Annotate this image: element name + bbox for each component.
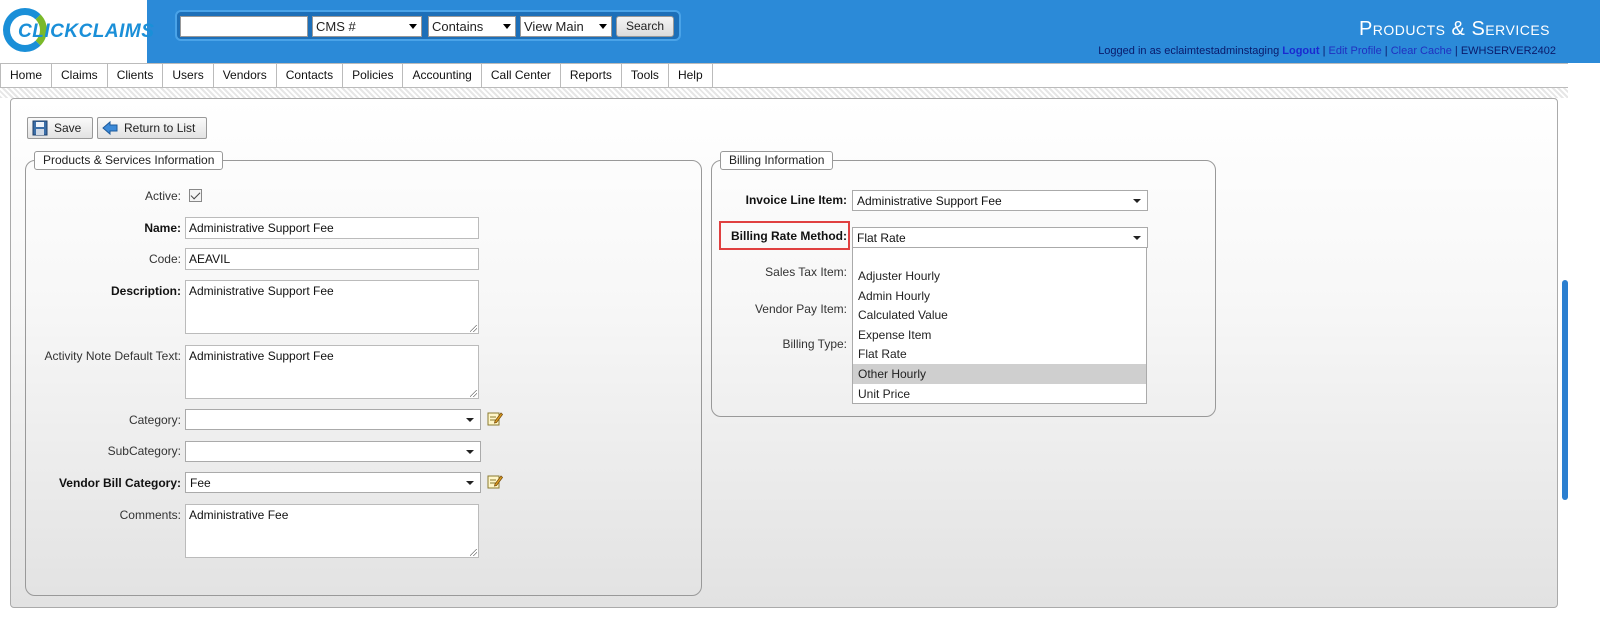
vendor-bill-category-select[interactable]: Fee (185, 472, 481, 493)
vendor-bill-category-label: Vendor Bill Category: (58, 476, 181, 490)
resize-grip-icon[interactable] (470, 325, 477, 332)
billing-rate-method-value: Flat Rate (857, 231, 906, 245)
nav-help[interactable]: Help (669, 64, 713, 87)
edit-vendor-bill-category-icon[interactable] (487, 473, 503, 489)
search-field-select[interactable]: CMS # (312, 16, 422, 37)
dropdown-option-flat-rate[interactable]: Flat Rate (853, 344, 1146, 364)
vendor-pay-item-label: Vendor Pay Item: (754, 302, 847, 316)
description-value: Administrative Support Fee (189, 284, 334, 298)
nav-vendors[interactable]: Vendors (214, 64, 277, 87)
back-arrow-icon (102, 120, 118, 136)
product-info-legend: Products & Services Information (34, 151, 224, 170)
return-label: Return to List (124, 121, 196, 135)
save-label: Save (54, 121, 82, 135)
search-button[interactable]: Search (616, 16, 674, 37)
billing-rate-method-dropdown: Adjuster Hourly Admin Hourly Calculated … (852, 248, 1147, 404)
name-field[interactable]: Administrative Support Fee (185, 217, 479, 239)
search-view-select[interactable]: View Main (520, 16, 612, 37)
comments-value: Administrative Fee (189, 508, 289, 522)
activity-note-label: Activity Note Default Text: (44, 349, 182, 363)
page-title: Products & Services (1358, 18, 1550, 40)
chevron-down-icon (409, 24, 417, 29)
server-name: EWHSERVER2402 (1460, 45, 1556, 57)
search-field-value: CMS # (316, 19, 356, 34)
category-select[interactable] (185, 409, 481, 430)
billing-type-label: Billing Type: (782, 337, 847, 351)
app-header: CLICKCLAIMS CMS # Contains View Main Sea… (0, 0, 1600, 63)
category-label: Category: (128, 413, 181, 427)
nav-claims[interactable]: Claims (52, 64, 108, 87)
scrollbar[interactable] (1562, 280, 1568, 500)
chevron-down-icon (466, 450, 474, 454)
vendor-bill-category-value: Fee (190, 476, 211, 490)
comments-field[interactable]: Administrative Fee (185, 504, 479, 558)
search-operator-value: Contains (432, 19, 484, 34)
name-label: Name: (144, 221, 181, 235)
clickclaims-logo[interactable]: CLICKCLAIMS (0, 0, 154, 63)
subcategory-select[interactable] (185, 441, 481, 462)
dropdown-option-calculated-value[interactable]: Calculated Value (853, 305, 1146, 325)
active-checkbox[interactable] (189, 189, 202, 202)
dropdown-option-adjuster-hourly[interactable]: Adjuster Hourly (853, 266, 1146, 286)
sales-tax-item-label: Sales Tax Item: (765, 265, 847, 279)
dropdown-option-blank[interactable] (853, 248, 1146, 268)
clear-cache-link[interactable]: Clear Cache (1391, 45, 1452, 57)
logout-link[interactable]: Logout (1282, 45, 1319, 57)
nav-reports[interactable]: Reports (561, 64, 622, 87)
login-info: Logged in as eclaimtestadminstaging Logo… (1098, 45, 1556, 57)
nav-users[interactable]: Users (163, 64, 214, 87)
active-label: Active: (144, 189, 181, 203)
dropdown-option-other-hourly[interactable]: Other Hourly (853, 364, 1146, 384)
code-field[interactable]: AEAVIL (185, 248, 479, 270)
logo-text-click: CLICK (18, 21, 79, 42)
chevron-down-icon (599, 24, 607, 29)
search-bar: CMS # Contains View Main Search (175, 10, 681, 41)
invoice-line-item-value: Administrative Support Fee (857, 194, 1002, 208)
activity-note-field[interactable]: Administrative Support Fee (185, 345, 479, 399)
edit-profile-link[interactable]: Edit Profile (1329, 45, 1382, 57)
resize-grip-icon[interactable] (470, 390, 477, 397)
chevron-down-icon (503, 24, 511, 29)
chevron-down-icon (466, 418, 474, 422)
dropdown-option-expense-item[interactable]: Expense Item (853, 325, 1146, 345)
nav-call-center[interactable]: Call Center (482, 64, 561, 87)
nav-tools[interactable]: Tools (622, 64, 669, 87)
search-input[interactable] (180, 16, 308, 37)
logo-text-claims: CLAIMS (78, 21, 155, 42)
nav-contacts[interactable]: Contacts (277, 64, 344, 87)
activity-note-value: Administrative Support Fee (189, 349, 334, 363)
divider-stripe (0, 88, 1568, 98)
chevron-down-icon (1133, 199, 1141, 203)
dropdown-option-unit-price[interactable]: Unit Price (853, 384, 1146, 404)
save-button[interactable]: Save (27, 117, 93, 139)
edit-category-icon[interactable] (487, 410, 503, 426)
nav-clients[interactable]: Clients (108, 64, 164, 87)
resize-grip-icon[interactable] (470, 549, 477, 556)
search-operator-select[interactable]: Contains (428, 16, 516, 37)
chevron-down-icon (466, 481, 474, 485)
description-field[interactable]: Administrative Support Fee (185, 280, 479, 334)
chevron-down-icon (1133, 236, 1141, 240)
billing-info-legend: Billing Information (720, 151, 834, 170)
dropdown-option-admin-hourly[interactable]: Admin Hourly (853, 286, 1146, 306)
nav-accounting[interactable]: Accounting (403, 64, 482, 87)
code-label: Code: (148, 252, 181, 266)
comments-label: Comments: (119, 508, 181, 522)
floppy-disk-icon (32, 120, 48, 136)
invoice-line-item-select[interactable]: Administrative Support Fee (852, 190, 1148, 211)
nav-home[interactable]: Home (0, 64, 53, 87)
return-to-list-button[interactable]: Return to List (97, 117, 207, 139)
nav-policies[interactable]: Policies (343, 64, 404, 87)
search-view-value: View Main (524, 19, 584, 34)
logged-in-text: Logged in as eclaimtestadminstaging (1098, 45, 1280, 57)
description-label: Description: (110, 284, 181, 298)
subcategory-label: SubCategory: (107, 444, 181, 458)
billing-rate-method-label: Billing Rate Method: (731, 229, 847, 243)
billing-rate-method-select[interactable]: Flat Rate (852, 227, 1148, 248)
main-nav: Home Claims Clients Users Vendors Contac… (0, 63, 1568, 88)
invoice-line-item-label: Invoice Line Item: (745, 193, 847, 207)
